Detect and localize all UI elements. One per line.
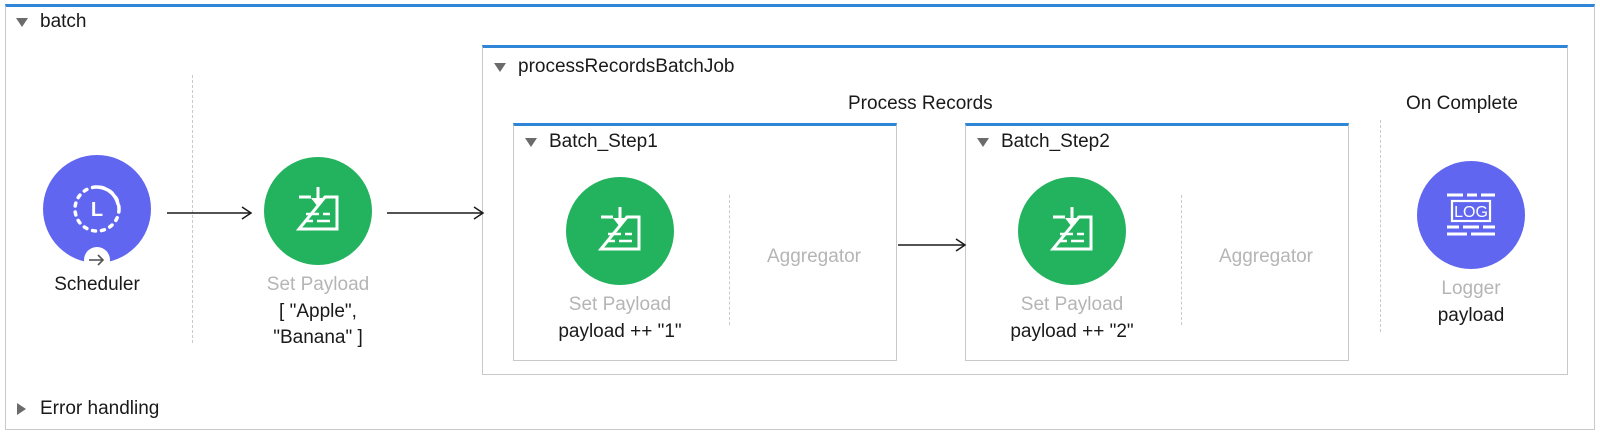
arrow-step1-to-step2: [898, 238, 967, 252]
flow-connectors: [167, 206, 967, 252]
arrow-scheduler-to-set-payload: [167, 206, 253, 220]
error-handling-header[interactable]: Error handling: [17, 398, 159, 420]
arrow-set-payload-to-batch-job: [387, 206, 485, 220]
expand-triangle-icon[interactable]: [17, 403, 26, 415]
error-handling-label: Error handling: [40, 398, 160, 419]
